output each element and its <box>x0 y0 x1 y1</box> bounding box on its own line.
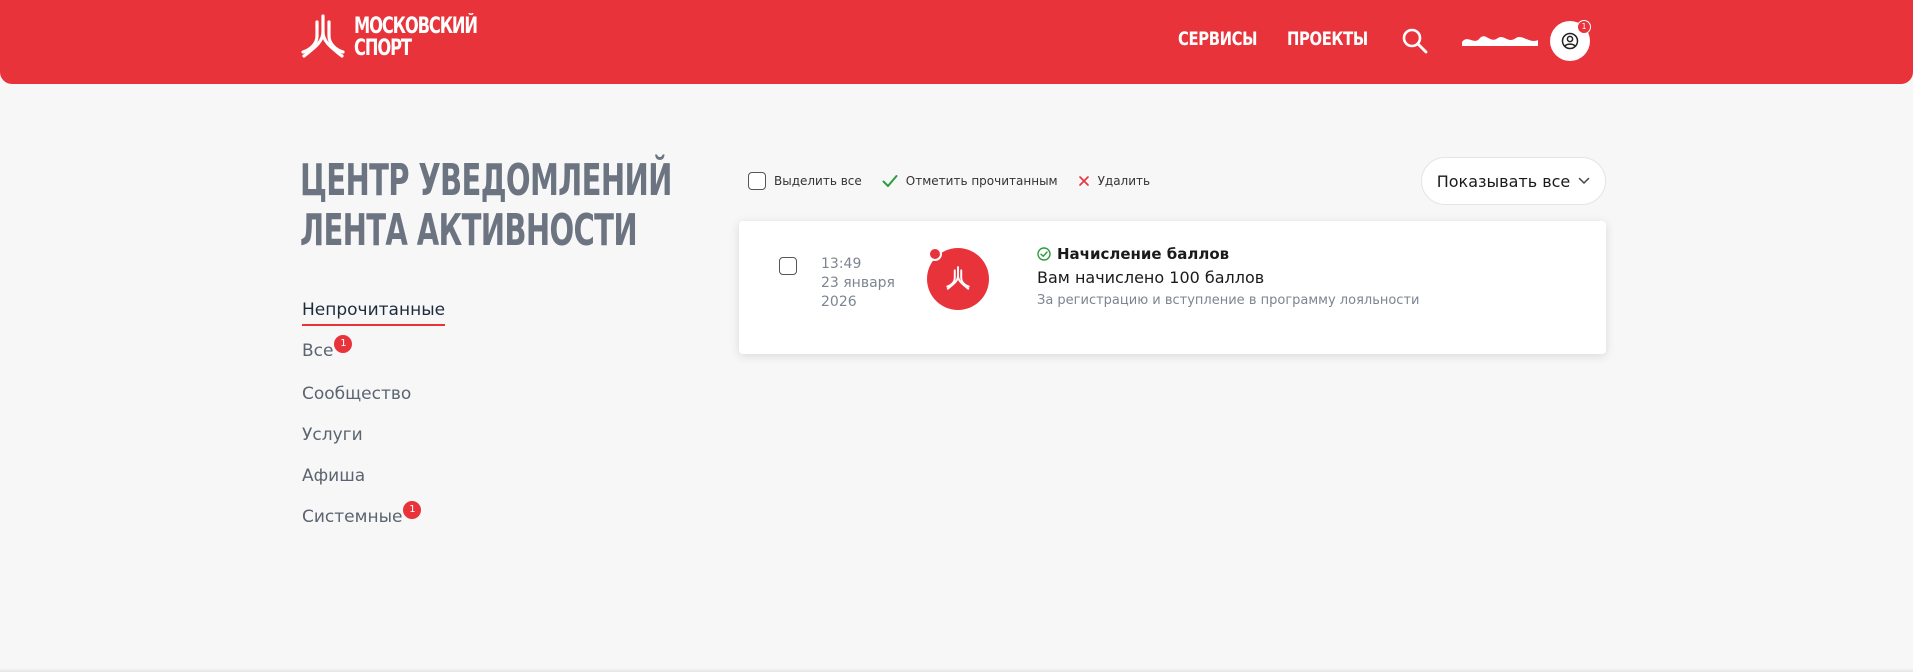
page-title: ЦЕНТР УВЕДОМЛЕНИЙ ЛЕНТА АКТИВНОСТИ <box>300 155 672 256</box>
sidebar-item-community[interactable]: Сообщество <box>302 384 411 404</box>
delete-label: Удалить <box>1097 174 1151 188</box>
search-icon[interactable] <box>1400 26 1430 56</box>
notification-datetime: 13:49 23 января 2026 <box>821 255 895 312</box>
nav-projects[interactable]: ПРОЕКТЫ <box>1287 28 1368 50</box>
logo-line-1: МОСКОВСКИЙ <box>354 14 478 39</box>
user-name-redacted[interactable] <box>1460 30 1540 50</box>
check-icon <box>882 175 898 187</box>
profile-notification-badge: 1 <box>1577 20 1591 34</box>
chevron-down-icon <box>1579 177 1590 184</box>
filter-dropdown-value: Показывать все <box>1436 171 1571 191</box>
user-circle-icon <box>1561 32 1579 50</box>
notification-subtext: За регистрацию и вступление в программу … <box>1037 293 1420 308</box>
cross-icon <box>1078 176 1089 186</box>
mos-sport-logo-icon <box>301 14 345 58</box>
sidebar-item-system[interactable]: Системные 1 <box>302 501 422 529</box>
count-badge: 1 <box>403 501 422 519</box>
count-badge: 1 <box>334 335 353 353</box>
sidebar-item-all[interactable]: Все 1 <box>302 335 353 363</box>
sidebar-item-label: Афиша <box>302 466 366 486</box>
notification-text: Вам начислено 100 баллов <box>1037 268 1265 287</box>
delete-button[interactable]: Удалить <box>1078 174 1151 188</box>
nav-services[interactable]: СЕРВИСЫ <box>1178 28 1257 50</box>
notification-title: Начисление баллов <box>1037 245 1229 263</box>
notifications-toolbar: Выделить все Отметить прочитанным Удалит… <box>748 168 1170 194</box>
check-circle-icon <box>1037 247 1051 261</box>
sidebar-item-unread[interactable]: Непрочитанные <box>302 300 446 326</box>
site-logo[interactable]: МОСКОВСКИЙ СПОРТ <box>300 12 520 64</box>
notification-time: 13:49 <box>821 256 862 272</box>
sidebar-item-label: Системные <box>302 507 403 527</box>
notification-card[interactable]: 13:49 23 января 2026 Начисление баллов В… <box>739 221 1606 354</box>
page-bottom-edge <box>0 668 1913 672</box>
mark-read-label: Отметить прочитанным <box>905 174 1058 188</box>
sidebar-item-services[interactable]: Услуги <box>302 425 363 445</box>
sidebar-item-label: Непрочитанные <box>302 300 446 320</box>
select-all-checkbox[interactable] <box>748 172 766 190</box>
notification-year: 2026 <box>821 294 857 310</box>
sidebar-item-events[interactable]: Афиша <box>302 466 365 486</box>
unread-indicator <box>928 247 942 261</box>
select-all-button[interactable]: Выделить все <box>748 172 862 190</box>
notification-checkbox[interactable] <box>779 257 797 275</box>
top-header: МОСКОВСКИЙ СПОРТ СЕРВИСЫ ПРОЕКТЫ 1 <box>0 0 1913 84</box>
select-all-label: Выделить все <box>774 174 862 188</box>
logo-wordmark: МОСКОВСКИЙ СПОРТ <box>354 14 478 61</box>
mos-sport-logo-icon <box>946 266 970 290</box>
filter-dropdown[interactable]: Показывать все <box>1421 157 1606 205</box>
sidebar-item-label: Услуги <box>302 425 363 445</box>
page-title-line-1: ЦЕНТР УВЕДОМЛЕНИЙ <box>300 155 672 206</box>
mark-read-button[interactable]: Отметить прочитанным <box>882 174 1058 188</box>
page-title-line-2: ЛЕНТА АКТИВНОСТИ <box>300 205 638 256</box>
notification-date: 23 января <box>821 275 895 291</box>
notification-title-text: Начисление баллов <box>1057 245 1230 263</box>
logo-line-2: СПОРТ <box>354 36 412 61</box>
sidebar-item-label: Все <box>302 341 334 361</box>
sidebar-item-label: Сообщество <box>302 384 412 404</box>
